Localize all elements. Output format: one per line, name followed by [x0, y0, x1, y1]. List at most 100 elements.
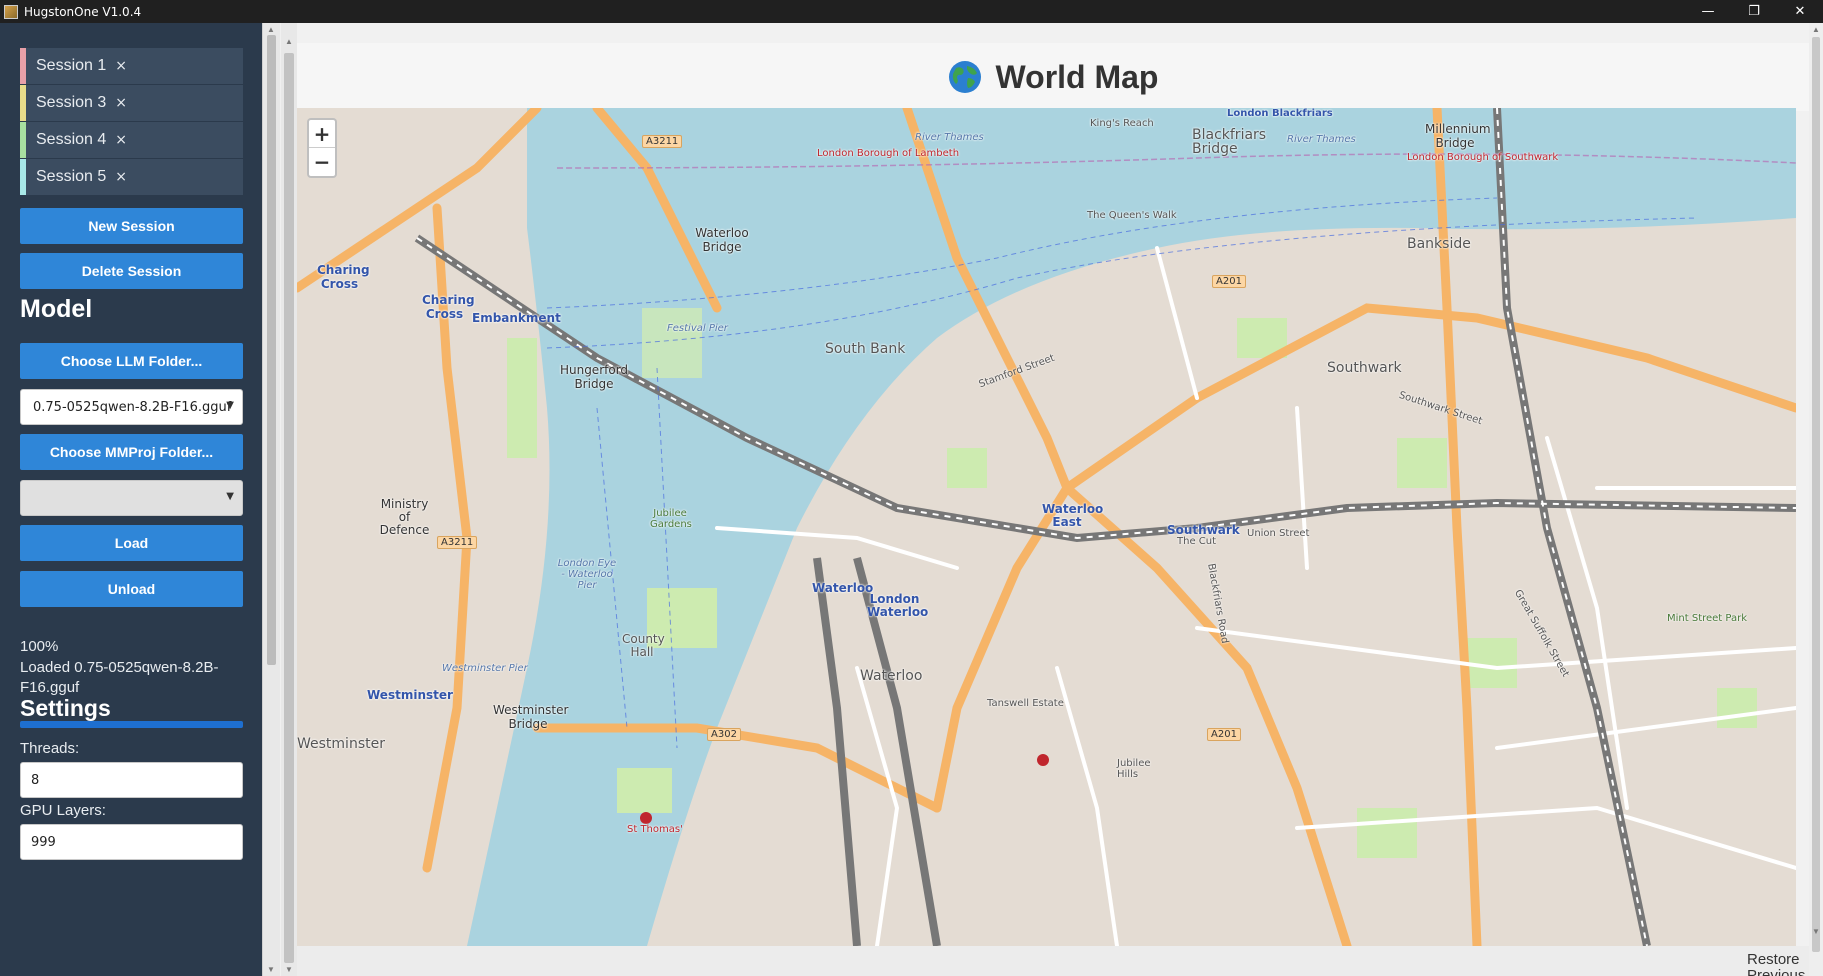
session-tab-5[interactable]: Session 5 ×	[20, 159, 243, 195]
session-tab-label: Session 4	[36, 131, 107, 148]
page-header: World Map	[297, 43, 1809, 111]
page-scroll-thumb[interactable]	[1812, 37, 1820, 952]
map-label-waterloo-east: Waterloo East	[1042, 502, 1104, 529]
session-tab-label: Session 1	[36, 57, 107, 74]
close-session-icon[interactable]: ×	[115, 95, 127, 111]
map-label-the-cut: The Cut	[1177, 536, 1217, 547]
close-window-button[interactable]: ✕	[1777, 0, 1823, 23]
main-panel: ▲ ▼ World Map + − King's Reach Blackfria…	[281, 23, 1823, 976]
page-title: World Map	[995, 58, 1159, 95]
chevron-down-icon: ▼	[226, 400, 234, 411]
session-tab-1[interactable]: Session 1 ×	[20, 48, 243, 84]
map-label-westminster-station: Westminster	[367, 688, 453, 702]
delete-session-button[interactable]: Delete Session	[20, 253, 243, 289]
load-progress-bar	[20, 721, 243, 728]
zoom-control: + −	[307, 118, 337, 178]
model-status-text: Loaded 0.75-0525qwen-8.2B-F16.gguf	[20, 659, 219, 696]
map-label-london-waterloo: London Waterloo	[867, 592, 929, 619]
sidebar-scroll-thumb[interactable]	[267, 35, 276, 665]
map-label-a201-2: A201	[1207, 728, 1241, 741]
zoom-out-button[interactable]: −	[309, 148, 335, 176]
map-label-embankment: Embankment	[472, 311, 561, 325]
chevron-down-icon: ▼	[226, 491, 234, 502]
maximize-button[interactable]: ❐	[1731, 0, 1777, 23]
main-scrollbar[interactable]: ▲ ▼	[281, 23, 297, 976]
map-label-hungerford-bridge: Hungerford Bridge	[559, 363, 629, 391]
map-label-southwark-station: Southwark	[1167, 523, 1240, 537]
gpu-layers-input[interactable]: 999	[20, 824, 243, 860]
map-label-charing-cross-station: Charing Cross	[422, 293, 475, 321]
settings-section-title: Settings	[20, 695, 111, 721]
session-tab-3[interactable]: Session 3 ×	[20, 85, 243, 121]
map-label-london-eye-pier: London Eye - Waterloo Pier	[557, 558, 617, 591]
sidebar-scrollbar[interactable]: ▲ ▼	[262, 23, 280, 976]
title-bar: HugstonOne V1.0.4 — ❐ ✕	[0, 0, 1823, 23]
map-label-charing-cross: Charing Cross	[317, 263, 370, 291]
map-label-tanswell-estate: Tanswell Estate	[987, 698, 1064, 709]
progress-fill	[20, 721, 243, 728]
model-section-title: Model	[20, 295, 93, 323]
map-label-a3211: A3211	[642, 135, 683, 148]
map-label-jubilee-gardens: Jubilee Gardens	[650, 508, 692, 530]
map-label-a201: A201	[1212, 275, 1246, 288]
scroll-down-icon[interactable]: ▼	[285, 965, 293, 974]
map-label-river-thames-2: River Thames	[1287, 134, 1356, 145]
map-label-bankside: Bankside	[1407, 236, 1471, 252]
map-label-waterloo-area: Waterloo	[860, 668, 923, 684]
session-tab-label: Session 3	[36, 94, 107, 111]
map-view[interactable]: + − King's Reach Blackfriars Bridge Lond…	[297, 108, 1796, 946]
map-bottom-bar	[297, 946, 1809, 976]
map-label-southwark: Southwark	[1327, 360, 1402, 376]
close-session-icon[interactable]: ×	[115, 132, 127, 148]
map-label-waterloo-station: Waterloo	[812, 581, 874, 595]
mmproj-select[interactable]: ▼	[20, 480, 243, 516]
llm-model-selected: 0.75-0525qwen-8.2B-F16.gguf	[33, 399, 232, 415]
scroll-down-icon[interactable]: ▼	[267, 965, 275, 974]
map-label-lambeth: London Borough of Lambeth	[817, 148, 960, 159]
main-scroll-thumb[interactable]	[284, 53, 294, 963]
progress-text: 100%	[20, 638, 59, 655]
scroll-up-icon[interactable]: ▲	[1812, 25, 1820, 34]
page-scrollbar[interactable]: ▲ ▼	[1809, 23, 1823, 976]
map-label-river-thames: River Thames	[915, 132, 984, 143]
map-label-south-bank: South Bank	[825, 341, 906, 357]
map-label-mint-street-park: Mint Street Park	[1667, 613, 1748, 624]
restore-previous-button[interactable]: Restore Previous	[1747, 952, 1807, 976]
llm-model-select[interactable]: 0.75-0525qwen-8.2B-F16.gguf ▼	[20, 389, 243, 425]
map-label-queens-walk: The Queen's Walk	[1087, 210, 1177, 221]
globe-icon	[948, 61, 981, 93]
close-session-icon[interactable]: ×	[115, 169, 127, 185]
map-label-westminster-bridge: Westminster Bridge	[493, 703, 569, 731]
map-label-st-thomas: St Thomas'	[627, 824, 683, 835]
map-label-millennium-bridge: Millennium Bridge	[1425, 122, 1491, 150]
scroll-down-icon[interactable]: ▼	[1812, 927, 1820, 936]
map-label-a302: A302	[707, 728, 741, 741]
map-label-ministry-of-defence: Ministry of Defence	[379, 497, 430, 537]
session-tab-label: Session 5	[36, 168, 107, 185]
map-label-kings-reach: King's Reach	[1090, 118, 1154, 129]
session-tab-4[interactable]: Session 4 ×	[20, 122, 243, 158]
new-session-button[interactable]: New Session	[20, 208, 243, 244]
minimize-button[interactable]: —	[1685, 0, 1731, 23]
map-label-union-street: Union Street	[1247, 528, 1310, 539]
map-label-westminster-pier: Westminster Pier	[442, 663, 528, 674]
map-label-festival-pier: Festival Pier	[667, 323, 728, 334]
unload-button[interactable]: Unload	[20, 571, 243, 607]
map-label-westminster-area: Westminster	[297, 736, 385, 752]
window-controls: — ❐ ✕	[1685, 0, 1823, 23]
zoom-in-button[interactable]: +	[309, 120, 335, 148]
scroll-up-icon[interactable]: ▲	[267, 25, 275, 34]
close-session-icon[interactable]: ×	[115, 58, 127, 74]
scroll-up-icon[interactable]: ▲	[285, 37, 293, 46]
map-label-a3211-2: A3211	[437, 536, 478, 549]
choose-llm-folder-button[interactable]: Choose LLM Folder...	[20, 343, 243, 379]
sidebar: ⇤ Session 1 × Session 3 × Session 4 × Se…	[0, 23, 262, 976]
load-button[interactable]: Load	[20, 525, 243, 561]
app-icon	[4, 4, 18, 19]
threads-input[interactable]: 8	[20, 762, 243, 798]
map-label-jubilee-hills: Jubilee Hills	[1117, 758, 1151, 780]
choose-mmproj-folder-button[interactable]: Choose MMProj Folder...	[20, 434, 243, 470]
gpu-layers-label: GPU Layers:	[20, 802, 106, 819]
map-label-waterloo-bridge: Waterloo Bridge	[695, 226, 749, 254]
window-title: HugstonOne V1.0.4	[24, 4, 142, 19]
